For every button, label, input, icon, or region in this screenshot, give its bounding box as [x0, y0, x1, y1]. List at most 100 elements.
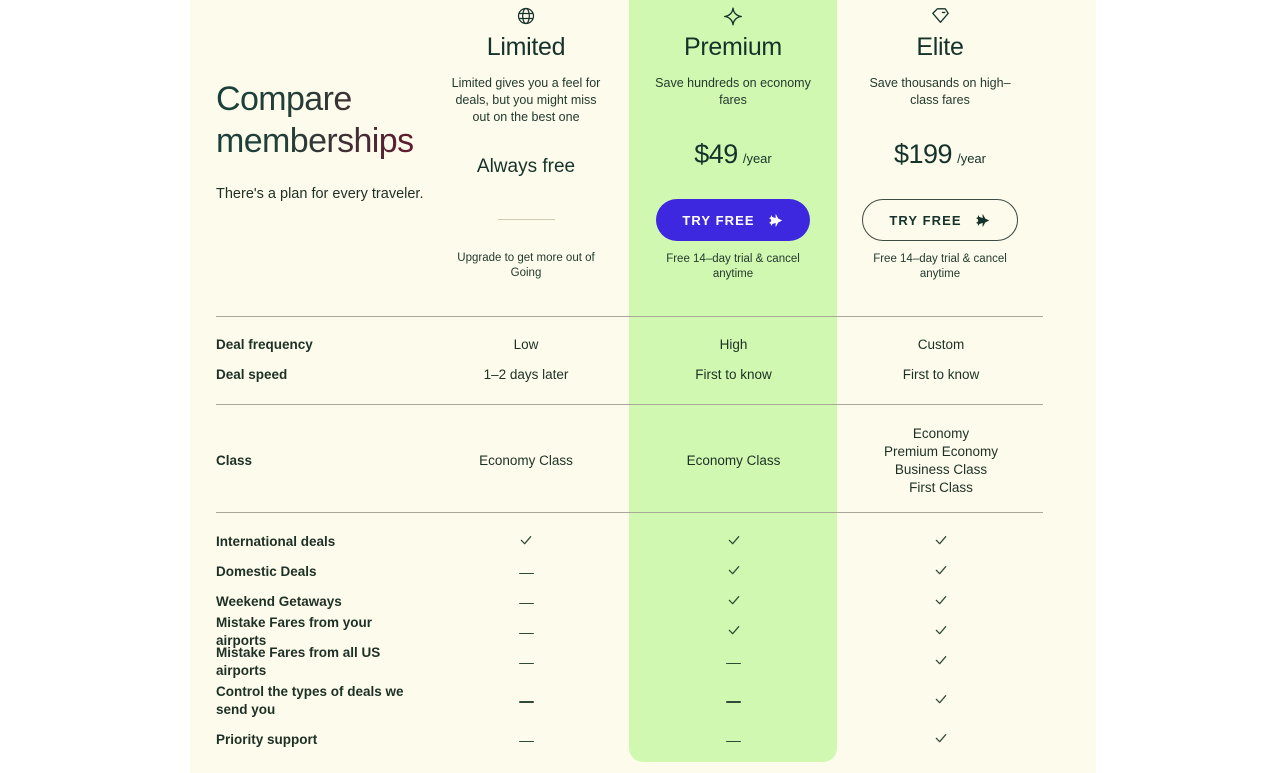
table-row: Control the types of deals we send you: [190, 677, 1096, 724]
page-subtitle: There's a plan for every traveler.: [216, 186, 424, 202]
dash-icon: [518, 625, 534, 643]
check-icon: [933, 651, 949, 669]
plane-icon: [767, 212, 784, 229]
cell-premium: [630, 591, 837, 613]
class-line: Economy: [912, 426, 970, 441]
cell-elite: [837, 651, 1045, 673]
cell-elite: Custom: [917, 337, 965, 352]
cell-elite: [837, 690, 1045, 712]
table-row: Mistake Fares from all US airports: [190, 645, 1096, 678]
plan-description-premium: Save hundreds on economy fares: [655, 76, 811, 107]
cell-elite: [837, 591, 1045, 613]
plan-price-limited: Always free: [476, 156, 576, 177]
table-row: Deal frequency Low High Custom: [190, 330, 1096, 360]
row-label: Domestic Deals: [216, 564, 317, 579]
comparison-table: Compare memberships There's a plan for e…: [190, 0, 1096, 773]
row-label: Deal frequency: [216, 337, 313, 352]
cell-premium: Economy Class: [686, 453, 781, 468]
try-free-label-elite: TRY FREE: [889, 212, 962, 228]
try-free-button-elite[interactable]: TRY FREE: [862, 199, 1018, 241]
plan-price-elite: $199 /year: [836, 139, 1044, 170]
dash-icon: [518, 693, 534, 711]
cell-elite: First to know: [902, 367, 980, 382]
plane-icon: [974, 212, 991, 229]
check-icon: [933, 621, 949, 639]
cell-premium: First to know: [695, 367, 772, 382]
row-label: Weekend Getaways: [216, 594, 342, 609]
dash-icon: [518, 655, 534, 673]
row-label: Class: [216, 453, 253, 468]
plan-column-elite: Elite Save thousands on high–class fares…: [836, 0, 1044, 282]
plan-column-premium: Premium Save hundreds on economy fares $…: [629, 0, 837, 282]
table-row: Weekend Getaways: [190, 587, 1096, 617]
row-label: Deal speed: [216, 367, 288, 382]
table-row: Mistake Fares from your airports: [190, 615, 1096, 648]
cell-premium: [630, 531, 837, 553]
try-free-label-premium: TRY FREE: [682, 212, 755, 228]
plan-note-premium: Free 14–day trial & cancel anytime: [666, 253, 800, 280]
header-intro: Compare memberships There's a plan for e…: [216, 78, 456, 204]
price-amount-elite: $199: [894, 139, 953, 169]
check-icon: [518, 531, 534, 549]
check-icon: [933, 561, 949, 579]
cell-elite: [837, 729, 1045, 751]
cell-elite: [837, 561, 1045, 583]
sparkle-icon: [629, 4, 837, 28]
row-label: Priority support: [216, 732, 318, 747]
table-row: Deal speed 1–2 days later First to know …: [190, 360, 1096, 390]
plan-column-limited: Limited Limited gives you a feel for dea…: [422, 0, 630, 281]
plan-name-elite: Elite: [916, 33, 964, 61]
check-icon: [933, 531, 949, 549]
cell-limited: [422, 729, 630, 750]
check-icon: [726, 621, 742, 639]
row-label: Control the types of deals we send you: [216, 683, 404, 717]
table-row: International deals: [190, 527, 1096, 557]
globe-icon: [422, 4, 630, 28]
cell-premium: [630, 729, 837, 750]
gem-icon: [836, 4, 1044, 28]
dash-icon: [726, 655, 741, 673]
section-deal-speed: Deal frequency Low High Custom Deal spee…: [190, 311, 1096, 409]
dash-icon: [518, 733, 534, 751]
check-icon: [726, 561, 742, 579]
cell-limited: 1–2 days later: [483, 367, 569, 382]
class-line: Premium Economy: [883, 444, 999, 459]
cell-limited: [422, 621, 630, 642]
page-title-line1: Compare: [216, 80, 352, 118]
price-period-elite: /year: [957, 151, 986, 166]
cell-premium: [630, 621, 837, 643]
cell-elite: [837, 621, 1045, 643]
cell-limited: [422, 531, 630, 553]
table-row: Domestic Deals: [190, 557, 1096, 587]
cell-limited: [422, 591, 630, 612]
dash-icon: [518, 595, 534, 613]
cell-limited: [422, 651, 630, 672]
plan-note-elite: Free 14–day trial & cancel anytime: [873, 253, 1007, 280]
cell-premium: [630, 651, 837, 672]
page-title: Compare memberships: [216, 78, 456, 162]
check-icon: [726, 591, 742, 609]
table-row: Class Economy Class Economy Class Econom…: [190, 425, 1096, 497]
cell-limited: [422, 561, 630, 582]
table-row: Priority support: [190, 724, 1096, 756]
cell-premium: High: [719, 337, 748, 352]
page-title-line2: memberships: [216, 122, 414, 160]
plan-description-elite: Save thousands on high–class fares: [869, 76, 1011, 107]
plan-note-limited: Upgrade to get more out of Going: [457, 252, 595, 279]
cell-limited: Low: [513, 337, 539, 352]
limited-divider: [497, 219, 555, 220]
class-line: First Class: [909, 480, 973, 495]
plan-name-premium: Premium: [684, 33, 782, 61]
row-label: International deals: [216, 534, 336, 549]
plan-price-premium: $49 /year: [629, 139, 837, 170]
check-icon: [933, 729, 949, 747]
class-line: Business Class: [894, 462, 988, 477]
divider-2: [216, 404, 1043, 405]
try-free-button-premium[interactable]: TRY FREE: [656, 199, 810, 241]
check-icon: [933, 591, 949, 609]
cell-limited: Economy Class: [479, 453, 573, 468]
plans-header: Compare memberships There's a plan for e…: [190, 0, 1096, 311]
section-features: International deals Domestic Deals Weeke…: [190, 513, 1096, 756]
price-period-premium: /year: [742, 151, 772, 166]
check-icon: [933, 690, 949, 708]
